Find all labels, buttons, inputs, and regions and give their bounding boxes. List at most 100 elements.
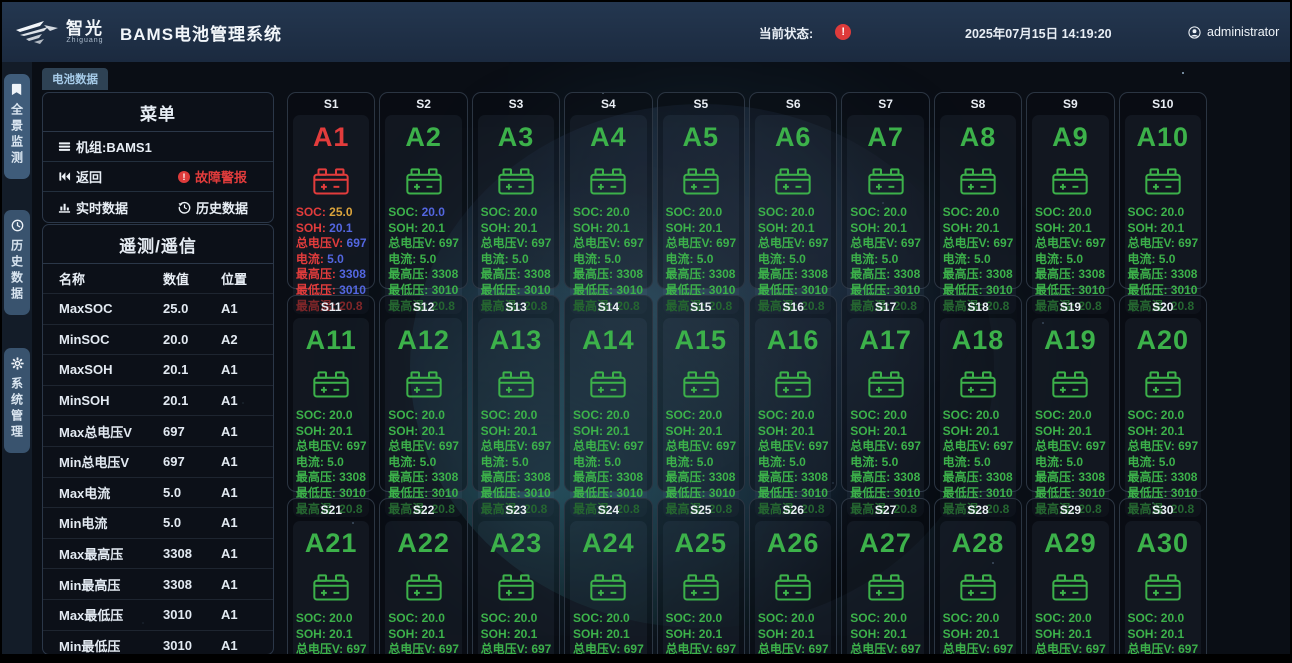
card-body: A3 SOC: 20.0SOH: 20.1总电压V: 697电流: 5.0最高压… — [478, 115, 554, 314]
card-field-current: 电流: 5.0 — [943, 252, 1014, 268]
history-data-label: 历史数据 — [196, 198, 248, 217]
sidebar-tab-system[interactable]: 系统管理 — [4, 348, 30, 453]
card-body: A9 SOC: 20.0SOH: 20.1总电压V: 697电流: 5.0最高压… — [1032, 115, 1108, 314]
back-button[interactable]: 返回 — [58, 167, 102, 186]
col-value: 数值 — [163, 269, 221, 288]
card-battery-name: A14 — [582, 325, 635, 356]
sidebar-tab-panorama[interactable]: 全景监测 — [4, 74, 30, 179]
card-field-soc: SOC: 20.0 — [758, 611, 829, 627]
card-slot-label: S8 — [935, 97, 1021, 112]
unit-item[interactable]: 机组:BAMS1 — [58, 137, 152, 156]
battery-card[interactable]: S26 A26 SOC: 20.0SOH: 20.1总电压V: 697电流: 5… — [749, 498, 837, 654]
battery-card[interactable]: S25 A25 SOC: 20.0SOH: 20.1总电压V: 697电流: 5… — [657, 498, 745, 654]
card-field-voltage: 总电压V: 697 — [296, 642, 367, 654]
telemetry-value: 697 — [163, 424, 221, 439]
battery-card[interactable]: S23 A23 SOC: 20.0SOH: 20.1总电压V: 697电流: 5… — [472, 498, 560, 654]
battery-card[interactable]: S18 A18 SOC: 20.0SOH: 20.1总电压V: 697电流: 5… — [934, 295, 1022, 492]
battery-icon — [311, 369, 351, 399]
battery-card[interactable]: S11 A11 SOC: 20.0SOH: 20.1总电压V: 697电流: 5… — [287, 295, 375, 492]
battery-card[interactable]: S10 A10 SOC: 20.0SOH: 20.1总电压V: 697电流: 5… — [1119, 92, 1207, 289]
battery-card[interactable]: S8 A8 SOC: 20.0SOH: 20.1总电压V: 697电流: 5.0… — [934, 92, 1022, 289]
card-field-current: 电流: 5.0 — [943, 455, 1014, 471]
card-body: A12 SOC: 20.0SOH: 20.1总电压V: 697电流: 5.0最高… — [385, 318, 461, 517]
status-area: 当前状态: ! — [759, 2, 851, 62]
datetime-display: 2025年07月15日 14:19:20 — [965, 2, 1112, 62]
battery-card[interactable]: S5 A5 SOC: 20.0SOH: 20.1总电压V: 697电流: 5.0… — [657, 92, 745, 289]
card-battery-name: A30 — [1137, 528, 1190, 559]
battery-card[interactable]: S2 A2 SOC: 20.0SOH: 20.1总电压V: 697电流: 5.0… — [379, 92, 467, 289]
battery-icon — [404, 166, 444, 196]
card-battery-name: A21 — [305, 528, 358, 559]
battery-card[interactable]: S1 A1 SOC: 25.0SOH: 20.1总电压V: 697电流: 5.0… — [287, 92, 375, 289]
battery-card[interactable]: S6 A6 SOC: 20.0SOH: 20.1总电压V: 697电流: 5.0… — [749, 92, 837, 289]
sidebar-tab-history[interactable]: 历史数据 — [4, 210, 30, 315]
telemetry-row: Max电流 5.0 A1 — [43, 477, 273, 508]
card-field-voltage: 总电压V: 697 — [943, 236, 1014, 252]
card-battery-name: A2 — [405, 122, 442, 153]
card-field-max_v: 最高压: 3308 — [481, 267, 552, 283]
user-menu[interactable]: administrator — [1188, 2, 1279, 62]
card-field-soh: SOH: 20.1 — [758, 424, 829, 440]
telemetry-value: 3308 — [163, 546, 221, 561]
battery-card[interactable]: S3 A3 SOC: 20.0SOH: 20.1总电压V: 697电流: 5.0… — [472, 92, 560, 289]
battery-card[interactable]: S13 A13 SOC: 20.0SOH: 20.1总电压V: 697电流: 5… — [472, 295, 560, 492]
card-slot-label: S6 — [750, 97, 836, 112]
menu-row-unit: 机组:BAMS1 — [43, 132, 273, 162]
card-body: A7 SOC: 20.0SOH: 20.1总电压V: 697电流: 5.0最高压… — [847, 115, 923, 314]
telemetry-name: MinSOC — [59, 332, 163, 347]
telemetry-name: MaxSOC — [59, 301, 163, 316]
telemetry-location: A1 — [221, 638, 273, 653]
realtime-data-button[interactable]: 实时数据 — [58, 198, 128, 217]
battery-card[interactable]: S19 A19 SOC: 20.0SOH: 20.1总电压V: 697电流: 5… — [1026, 295, 1114, 492]
battery-icon — [404, 369, 444, 399]
card-field-voltage: 总电压V: 697 — [481, 642, 552, 654]
card-field-soh: SOH: 20.1 — [850, 627, 921, 643]
card-values: SOC: 20.0SOH: 20.1总电压V: 697电流: 5.0最高压: 3… — [388, 611, 459, 654]
card-field-voltage: 总电压V: 697 — [388, 439, 459, 455]
battery-icon — [866, 369, 906, 399]
card-field-soh: SOH: 20.1 — [573, 221, 644, 237]
battery-card[interactable]: S28 A28 SOC: 20.0SOH: 20.1总电压V: 697电流: 5… — [934, 498, 1022, 654]
battery-card[interactable]: S20 A20 SOC: 20.0SOH: 20.1总电压V: 697电流: 5… — [1119, 295, 1207, 492]
battery-card[interactable]: S14 A14 SOC: 20.0SOH: 20.1总电压V: 697电流: 5… — [564, 295, 652, 492]
telemetry-rows: MaxSOC 25.0 A1 MinSOC 20.0 A2 MaxSOH 20.… — [43, 293, 273, 654]
card-field-max_v: 最高压: 3308 — [665, 470, 736, 486]
card-field-soh: SOH: 20.1 — [665, 424, 736, 440]
card-field-max_v: 最高压: 3308 — [850, 267, 921, 283]
telemetry-row: MaxSOC 25.0 A1 — [43, 293, 273, 324]
battery-card[interactable]: S15 A15 SOC: 20.0SOH: 20.1总电压V: 697电流: 5… — [657, 295, 745, 492]
battery-card[interactable]: S21 A21 SOC: 20.0SOH: 20.1总电压V: 697电流: 5… — [287, 498, 375, 654]
history-data-button[interactable]: 历史数据 — [178, 198, 248, 217]
battery-card[interactable]: S30 A30 SOC: 20.0SOH: 20.1总电压V: 697电流: 5… — [1119, 498, 1207, 654]
battery-card[interactable]: S12 A12 SOC: 20.0SOH: 20.1总电压V: 697电流: 5… — [379, 295, 467, 492]
battery-icon — [1050, 572, 1090, 602]
battery-card[interactable]: S4 A4 SOC: 20.0SOH: 20.1总电压V: 697电流: 5.0… — [564, 92, 652, 289]
battery-card[interactable]: S7 A7 SOC: 20.0SOH: 20.1总电压V: 697电流: 5.0… — [841, 92, 929, 289]
battery-card[interactable]: S24 A24 SOC: 20.0SOH: 20.1总电压V: 697电流: 5… — [564, 498, 652, 654]
window-frame: 智光 Zhiguang BAMS电池管理系统 当前状态: ! 2025年07月1… — [0, 0, 1292, 663]
battery-card[interactable]: S9 A9 SOC: 20.0SOH: 20.1总电压V: 697电流: 5.0… — [1026, 92, 1114, 289]
battery-card[interactable]: S29 A29 SOC: 20.0SOH: 20.1总电压V: 697电流: 5… — [1026, 498, 1114, 654]
telemetry-row: Max最低压 3010 A1 — [43, 599, 273, 630]
card-slot-label: S21 — [288, 503, 374, 518]
card-field-soc: SOC: 20.0 — [388, 611, 459, 627]
battery-card-grid: S1 A1 SOC: 25.0SOH: 20.1总电压V: 697电流: 5.0… — [287, 92, 1207, 654]
card-values: SOC: 20.0SOH: 20.1总电压V: 697电流: 5.0最高压: 3… — [573, 611, 644, 654]
telemetry-value: 25.0 — [163, 301, 221, 316]
card-field-max_v: 最高压: 3308 — [665, 267, 736, 283]
zhiguang-swoosh-icon — [14, 17, 60, 47]
card-battery-name: A4 — [590, 122, 627, 153]
battery-card[interactable]: S16 A16 SOC: 20.0SOH: 20.1总电压V: 697电流: 5… — [749, 295, 837, 492]
battery-card[interactable]: S27 A27 SOC: 20.0SOH: 20.1总电压V: 697电流: 5… — [841, 498, 929, 654]
card-field-soh: SOH: 20.1 — [943, 627, 1014, 643]
telemetry-row: MinSOC 20.0 A2 — [43, 324, 273, 355]
battery-card[interactable]: S22 A22 SOC: 20.0SOH: 20.1总电压V: 697电流: 5… — [379, 498, 467, 654]
fault-alarm-button[interactable]: ! 故障警报 — [178, 167, 247, 186]
card-field-soh: SOH: 20.1 — [481, 424, 552, 440]
battery-card[interactable]: S17 A17 SOC: 20.0SOH: 20.1总电压V: 697电流: 5… — [841, 295, 929, 492]
tab-battery-data[interactable]: 电池数据 — [42, 68, 108, 90]
card-battery-name: A28 — [952, 528, 1005, 559]
battery-icon — [588, 572, 628, 602]
card-slot-label: S4 — [565, 97, 651, 112]
card-field-soc: SOC: 20.0 — [1127, 205, 1198, 221]
